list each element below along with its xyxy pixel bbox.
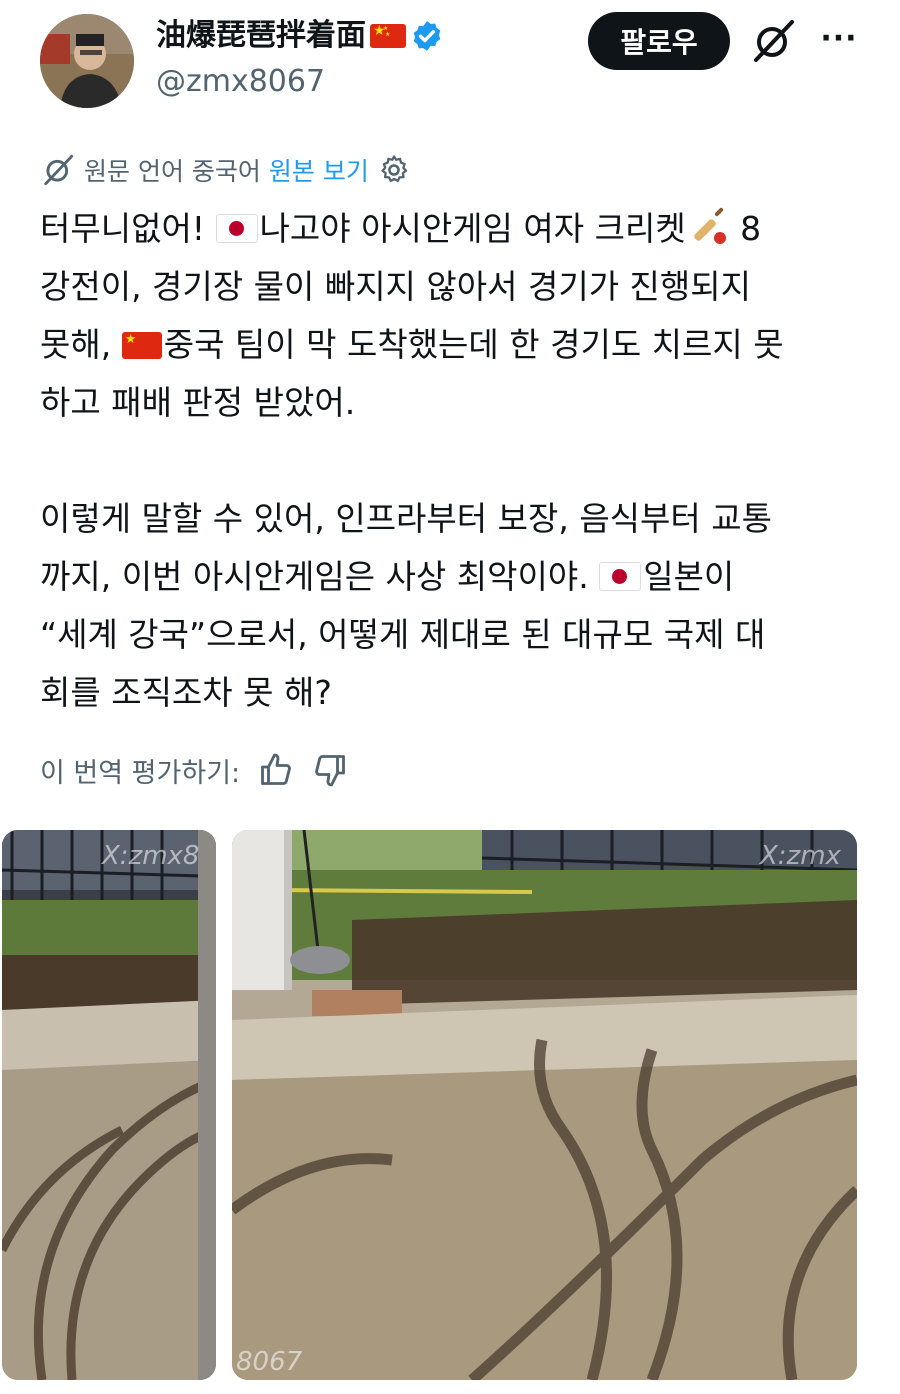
cricket-icon <box>693 207 726 244</box>
media-image-right[interactable]: X:zmx 8067 <box>232 830 857 1380</box>
post-text-segment: 나고야 아시안게임 여자 크리켓 <box>259 209 686 248</box>
grok-icon[interactable] <box>748 16 798 66</box>
gear-icon[interactable] <box>377 153 411 187</box>
translation-source-text: 원문 언어 중국어 <box>84 157 261 186</box>
rating-label: 이 번역 평가하기: <box>40 757 241 789</box>
media-image-left[interactable]: X:zmx8 <box>2 830 216 1380</box>
left-image-watermark: X:zmx8 <box>100 841 199 871</box>
bottom-image-watermark: 8067 <box>236 1347 303 1377</box>
thumbs-up-icon[interactable] <box>258 752 294 788</box>
display-name[interactable]: 油爆琵琶拌着面 ★ ★ ★ <box>156 16 444 56</box>
display-name-text: 油爆琵琶拌着面 <box>156 18 366 53</box>
right-image-watermark: X:zmx <box>758 841 842 871</box>
follow-button[interactable]: 팔로우 <box>588 12 730 70</box>
japan-flag-icon <box>599 562 642 591</box>
verified-badge-icon[interactable] <box>410 19 444 53</box>
translation-bar: 원문 언어 중국어 원본 보기 <box>40 150 411 190</box>
user-handle[interactable]: @zmx8067 <box>156 62 325 102</box>
china-flag-icon <box>121 332 162 359</box>
post-text-segment: 터무니없어! <box>40 209 216 248</box>
more-options-button[interactable]: ··· <box>814 22 864 62</box>
avatar[interactable] <box>40 14 134 108</box>
show-original-link[interactable]: 원본 보기 <box>269 152 369 188</box>
thumbs-down-icon[interactable] <box>312 752 348 788</box>
grok-translate-icon <box>44 154 74 186</box>
china-flag-icon: ★ ★ ★ <box>370 24 406 48</box>
japan-flag-icon <box>215 214 258 243</box>
post-text: 터무니없어! 나고야 아시안게임 여자 크리켓 8 강전이, 경기장 물이 빠지… <box>40 200 870 722</box>
translation-rating: 이 번역 평가하기: <box>40 748 348 792</box>
